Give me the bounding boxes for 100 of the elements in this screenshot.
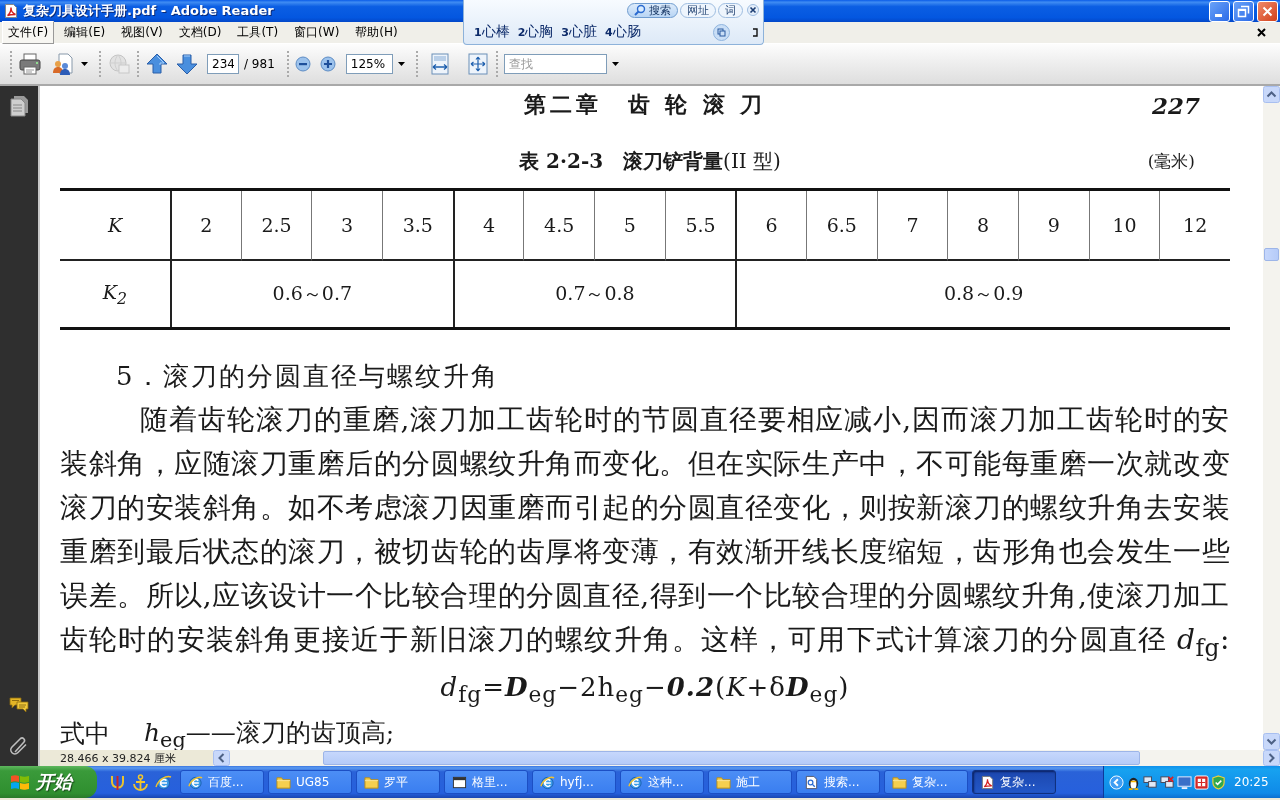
down-arrow-icon[interactable] xyxy=(175,52,199,76)
folder-icon xyxy=(276,774,291,790)
browser-icon xyxy=(188,774,203,790)
pdf-icon xyxy=(3,3,19,19)
scroll-thumb[interactable] xyxy=(1264,248,1279,261)
close-icon[interactable] xyxy=(747,4,759,16)
window-icon xyxy=(452,774,467,790)
row-header-cell-text: K$_{2}$ xyxy=(101,279,129,310)
close-icon[interactable] xyxy=(1257,28,1266,37)
trident-icon[interactable] xyxy=(109,773,126,791)
table-cell: 4.5 xyxy=(523,191,594,261)
fit-page-icon[interactable] xyxy=(465,52,490,76)
scroll-up-icon[interactable] xyxy=(1263,86,1280,103)
taskbar-button[interactable]: 百度... xyxy=(180,770,264,794)
zoom-in-icon[interactable] xyxy=(319,56,336,72)
horizontal-scrollbar[interactable] xyxy=(213,750,1280,766)
paperclip-icon[interactable] xyxy=(9,734,29,756)
body-paragraph: 随着齿轮滚刀的重磨,滚刀加工齿轮时的节圆直径要相应减小,因而滚刀加工齿轮时的安装斜角，应随滚刀重磨后的分圆螺纹升角而变化。但在实际生产中，不可能每重磨一次就改变滚刀的安装斜角。如不考虑滚刀因重磨而引起的分圆直径变化，则按新滚刀的螺纹升角去安装重磨到最后状态的滚刀，被切齿轮的齿厚将变薄，有效渐开线长度缩短，齿形角也会发生一些误差。所以,应该设计一个比较合理的分圆直径,得到一个比较合理的分圆螺纹升角,使滚刀加工齿轮时的安装斜角更接近于新旧滚刀的螺纹升角。这样，可用下式计算滚刀的分圆直径 d$_{fg}$: xyxy=(60,402,1230,664)
table-cell: 6 xyxy=(735,191,806,261)
search-tab[interactable]: 搜索 xyxy=(627,2,678,18)
suggestion-link[interactable]: 4心肠 xyxy=(604,23,641,41)
menu-item[interactable]: 编辑(E) xyxy=(58,21,112,44)
people-icon[interactable] xyxy=(52,52,76,76)
caret-icon[interactable] xyxy=(397,62,405,66)
scroll-down-icon[interactable] xyxy=(1263,733,1280,750)
page-size-label: 28.466 x 39.824 厘米 xyxy=(59,750,177,766)
folder-icon xyxy=(892,774,907,790)
browser-icon xyxy=(628,774,643,790)
table-cell: 3 xyxy=(311,191,382,261)
monitor-icon[interactable] xyxy=(1177,774,1192,790)
input-method-icon[interactable] xyxy=(1194,774,1209,790)
row-header-cell: K xyxy=(60,191,170,261)
taskbar-button[interactable]: 搜索... xyxy=(796,770,880,794)
table-cell: 4 xyxy=(452,191,524,261)
zoom-field[interactable]: 125% xyxy=(345,54,393,74)
browser-icon[interactable] xyxy=(155,773,172,791)
window-title: 复杂刀具设计手册.pdf - Adobe Reader xyxy=(23,2,274,20)
bracket-icon xyxy=(752,27,758,37)
suggestion-link[interactable]: 2心胸 xyxy=(517,23,554,41)
taskbar-button[interactable]: UG85 xyxy=(268,770,352,794)
close-button[interactable] xyxy=(1257,0,1278,22)
page-count: / 981 xyxy=(244,57,275,71)
taskbar-button[interactable]: 格里... xyxy=(444,770,528,794)
taskbar-button[interactable]: 复杂... xyxy=(972,770,1056,794)
network-icon[interactable] xyxy=(1143,774,1158,790)
clock: 20:25 xyxy=(1234,775,1269,789)
copy-icon[interactable] xyxy=(713,23,730,41)
scroll-thumb[interactable] xyxy=(323,751,1140,765)
suggestion-link[interactable]: 1心棒 xyxy=(474,23,510,41)
table-cell: 3.5 xyxy=(382,191,453,261)
search-tab[interactable]: 词 xyxy=(718,2,743,18)
restore-button[interactable] xyxy=(1233,0,1254,22)
taskbar-button[interactable]: 复杂... xyxy=(884,770,968,794)
minimize-icon xyxy=(1215,13,1222,17)
page-number: 227 xyxy=(1152,91,1200,119)
table-cell: 5 xyxy=(594,191,665,261)
scroll-left-icon[interactable] xyxy=(213,750,230,766)
caret-icon[interactable] xyxy=(611,62,619,66)
table-cell: 12 xyxy=(1159,191,1230,261)
menu-item[interactable]: 文件(F) xyxy=(2,21,55,44)
windows-logo-icon xyxy=(10,773,30,791)
up-arrow-icon[interactable] xyxy=(145,52,169,76)
scroll-right-icon[interactable] xyxy=(1263,750,1280,766)
table-cell: 6.5 xyxy=(806,191,877,261)
taskbar-button[interactable]: hyfj... xyxy=(532,770,616,794)
table-cell: 2.5 xyxy=(240,191,312,261)
definition-term: 式中 xyxy=(60,718,110,750)
table-cell: 2 xyxy=(170,191,241,261)
table-cell: 5.5 xyxy=(664,191,736,261)
taskbar-button[interactable]: 罗平 xyxy=(356,770,440,794)
anchor-icon[interactable] xyxy=(132,773,149,791)
page-number-field[interactable]: 234 xyxy=(207,54,239,74)
taskbar-button[interactable]: 施工 xyxy=(708,770,792,794)
zoom-out-icon[interactable] xyxy=(294,56,311,72)
section-heading: 5．滚刀的分圆直径与螺纹升角 xyxy=(116,360,500,392)
table-cell: 7 xyxy=(876,191,948,261)
search-icon xyxy=(634,4,646,16)
suggestion-link[interactable]: 3心脏 xyxy=(561,23,597,41)
unit-label: (毫米) xyxy=(1147,150,1195,173)
menu-item[interactable]: 视图(V) xyxy=(115,21,169,44)
table-cell: 0.8～0.9 xyxy=(735,261,1230,327)
printer-icon[interactable] xyxy=(18,52,42,76)
minimize-button[interactable] xyxy=(1209,0,1230,22)
vertical-scrollbar[interactable] xyxy=(1263,86,1280,750)
shield-icon[interactable] xyxy=(1211,774,1226,790)
folder-icon xyxy=(716,774,731,790)
caret-icon[interactable] xyxy=(81,62,88,66)
table-cell: 8 xyxy=(947,191,1018,261)
taskbar-button[interactable]: 这种... xyxy=(620,770,704,794)
menu-item[interactable]: 窗口(W) xyxy=(288,21,346,44)
search-tab[interactable]: 网址 xyxy=(680,2,716,18)
menu-item[interactable]: 工具(T) xyxy=(231,21,285,44)
pages-icon[interactable] xyxy=(9,95,29,117)
start-button[interactable]: 开始 xyxy=(0,766,97,798)
folder-icon xyxy=(364,774,379,790)
menu-item[interactable]: 文档(D) xyxy=(172,21,228,44)
find-field[interactable]: 查找 xyxy=(503,54,607,74)
chapter-title: 第二章 齿 轮 滚 刀 xyxy=(523,90,767,119)
network-icon[interactable] xyxy=(1160,774,1175,790)
menu-item[interactable]: 帮助(H) xyxy=(349,21,404,44)
